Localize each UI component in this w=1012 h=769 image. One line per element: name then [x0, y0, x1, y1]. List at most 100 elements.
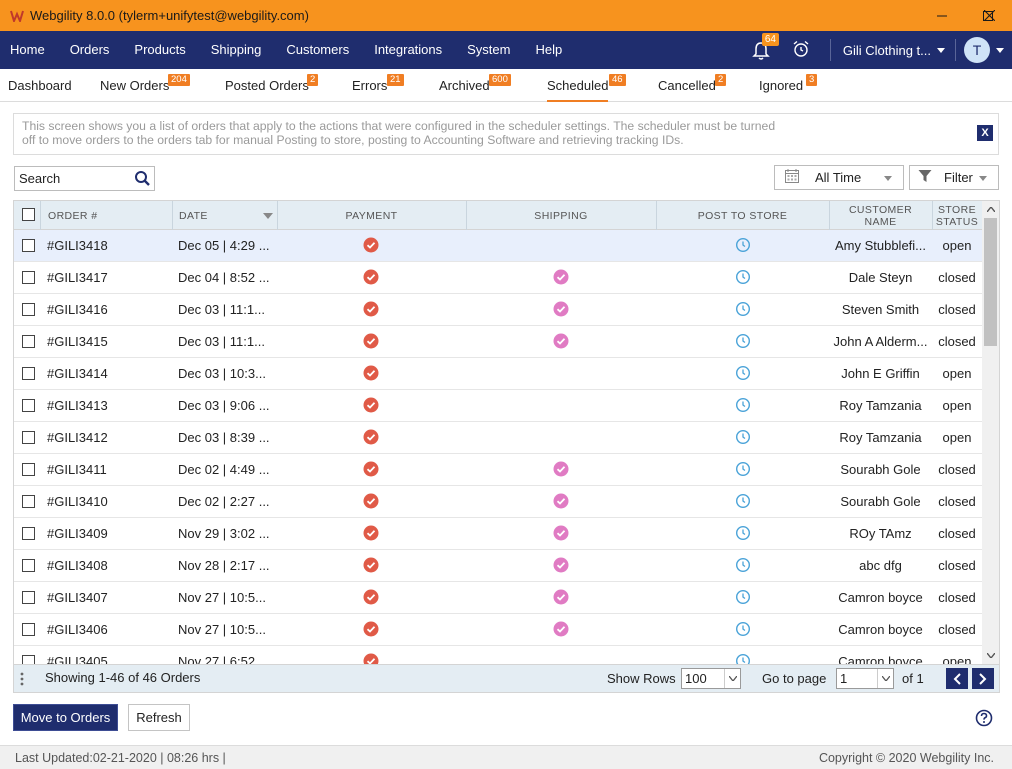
tab-ignored[interactable]: Ignored 3: [759, 69, 818, 102]
scroll-down-icon[interactable]: [982, 647, 999, 664]
payment-status-check-icon[interactable]: [363, 653, 379, 664]
notifications-button[interactable]: 64: [752, 33, 779, 61]
row-checkbox[interactable]: [22, 623, 35, 636]
row-checkbox[interactable]: [22, 271, 35, 284]
post-to-store-clock-icon[interactable]: [735, 557, 751, 573]
row-checkbox[interactable]: [22, 495, 35, 508]
shipping-status-check-icon[interactable]: [553, 461, 569, 477]
table-row[interactable]: #GILI3406 Nov 27 | 10:5... Camron boyce clo…: [14, 614, 982, 646]
nav-products[interactable]: Products: [122, 31, 198, 69]
store-selector[interactable]: Gili Clothing t...: [843, 43, 945, 58]
post-to-store-clock-icon[interactable]: [735, 333, 751, 349]
post-to-store-clock-icon[interactable]: [735, 589, 751, 605]
show-rows-select[interactable]: 100: [681, 668, 741, 689]
nav-orders[interactable]: Orders: [57, 31, 122, 69]
payment-status-check-icon[interactable]: [363, 365, 379, 381]
post-to-store-clock-icon[interactable]: [735, 461, 751, 477]
nav-system[interactable]: System: [455, 31, 523, 69]
select-all-checkbox[interactable]: [22, 208, 35, 221]
row-checkbox[interactable]: [22, 399, 35, 412]
row-checkbox[interactable]: [22, 655, 35, 664]
user-avatar[interactable]: T: [964, 37, 990, 63]
payment-status-check-icon[interactable]: [363, 589, 379, 605]
tab-posted-orders[interactable]: Posted Orders 2: [225, 69, 319, 102]
table-row[interactable]: #GILI3418 Dec 05 | 4:29 ... Amy Stubblefi.…: [14, 230, 982, 262]
table-row[interactable]: #GILI3413 Dec 03 | 9:06 ... Roy Tamzania op…: [14, 390, 982, 422]
post-to-store-clock-icon[interactable]: [735, 397, 751, 413]
close-banner-button[interactable]: X: [977, 125, 993, 141]
shipping-status-check-icon[interactable]: [553, 269, 569, 285]
shipping-status-check-icon[interactable]: [553, 621, 569, 637]
shipping-status-check-icon[interactable]: [553, 333, 569, 349]
column-post-to-store[interactable]: POST TO STORE: [656, 201, 829, 230]
table-row[interactable]: #GILI3408 Nov 28 | 2:17 ... abc dfg closed: [14, 550, 982, 582]
payment-status-check-icon[interactable]: [363, 333, 379, 349]
row-checkbox[interactable]: [22, 367, 35, 380]
payment-status-check-icon[interactable]: [363, 429, 379, 445]
nav-shipping[interactable]: Shipping: [198, 31, 274, 69]
tab-new-orders[interactable]: New Orders 204: [100, 69, 190, 102]
previous-page-button[interactable]: [946, 668, 968, 689]
table-row[interactable]: #GILI3410 Dec 02 | 2:27 ... Sourabh Gole cl…: [14, 486, 982, 518]
payment-status-check-icon[interactable]: [363, 461, 379, 477]
post-to-store-clock-icon[interactable]: [735, 301, 751, 317]
row-checkbox[interactable]: [22, 303, 35, 316]
filter-dropdown[interactable]: Filter: [909, 165, 999, 190]
next-page-button[interactable]: [972, 668, 994, 689]
payment-status-check-icon[interactable]: [363, 621, 379, 637]
tab-dashboard[interactable]: Dashboard: [8, 69, 72, 102]
tab-cancelled[interactable]: Cancelled 2: [658, 69, 727, 102]
tab-errors[interactable]: Errors 21: [352, 69, 404, 102]
table-row[interactable]: #GILI3405 Nov 27 | 6:52 ... Camron boyce op…: [14, 646, 982, 664]
row-checkbox[interactable]: [22, 591, 35, 604]
nav-integrations[interactable]: Integrations: [362, 31, 455, 69]
go-to-page-select[interactable]: 1: [836, 668, 894, 689]
shipping-status-check-icon[interactable]: [553, 557, 569, 573]
refresh-button[interactable]: Refresh: [128, 704, 190, 731]
shipping-status-check-icon[interactable]: [553, 525, 569, 541]
post-to-store-clock-icon[interactable]: [735, 429, 751, 445]
scrollbar-thumb[interactable]: [984, 218, 997, 346]
vertical-scrollbar[interactable]: [982, 201, 999, 664]
payment-status-check-icon[interactable]: [363, 269, 379, 285]
close-button[interactable]: [966, 0, 1012, 31]
shipping-status-check-icon[interactable]: [553, 493, 569, 509]
payment-status-check-icon[interactable]: [363, 557, 379, 573]
table-row[interactable]: #GILI3412 Dec 03 | 8:39 ... Roy Tamzania op…: [14, 422, 982, 454]
table-row[interactable]: #GILI3415 Dec 03 | 11:1... John A Alderm..…: [14, 326, 982, 358]
post-to-store-clock-icon[interactable]: [735, 493, 751, 509]
nav-home[interactable]: Home: [0, 31, 57, 69]
post-to-store-clock-icon[interactable]: [735, 365, 751, 381]
scroll-up-icon[interactable]: [982, 201, 999, 218]
row-checkbox[interactable]: [22, 335, 35, 348]
post-to-store-clock-icon[interactable]: [735, 269, 751, 285]
table-row[interactable]: #GILI3416 Dec 03 | 11:1... Steven Smith clo…: [14, 294, 982, 326]
column-shipping[interactable]: SHIPPING: [466, 201, 656, 230]
nav-help[interactable]: Help: [523, 31, 575, 69]
column-date[interactable]: DATE: [179, 201, 279, 230]
payment-status-check-icon[interactable]: [363, 301, 379, 317]
column-order[interactable]: ORDER #: [48, 201, 172, 230]
column-store-status[interactable]: STORE STATUS: [932, 201, 982, 230]
payment-status-check-icon[interactable]: [363, 397, 379, 413]
row-checkbox[interactable]: [22, 527, 35, 540]
post-to-store-clock-icon[interactable]: [735, 525, 751, 541]
time-filter-dropdown[interactable]: All Time: [774, 165, 904, 190]
help-button[interactable]: [975, 709, 993, 727]
post-to-store-clock-icon[interactable]: [735, 653, 751, 664]
row-checkbox[interactable]: [22, 431, 35, 444]
table-row[interactable]: #GILI3411 Dec 02 | 4:49 ... Sourabh Gole cl…: [14, 454, 982, 486]
payment-status-check-icon[interactable]: [363, 237, 379, 253]
chevron-down-icon[interactable]: [996, 47, 1004, 53]
column-customer-name[interactable]: CUSTOMER NAME: [829, 201, 932, 230]
column-payment[interactable]: PAYMENT: [277, 201, 466, 230]
post-to-store-clock-icon[interactable]: [735, 237, 751, 253]
shipping-status-check-icon[interactable]: [553, 589, 569, 605]
payment-status-check-icon[interactable]: [363, 525, 379, 541]
tab-archived[interactable]: Archived 600: [439, 69, 511, 102]
tab-scheduled[interactable]: Scheduled 46: [547, 69, 626, 102]
move-to-orders-button[interactable]: Move to Orders: [13, 704, 118, 731]
search-input[interactable]: [15, 171, 130, 186]
payment-status-check-icon[interactable]: [363, 493, 379, 509]
table-row[interactable]: #GILI3414 Dec 03 | 10:3... John E Griffin o…: [14, 358, 982, 390]
